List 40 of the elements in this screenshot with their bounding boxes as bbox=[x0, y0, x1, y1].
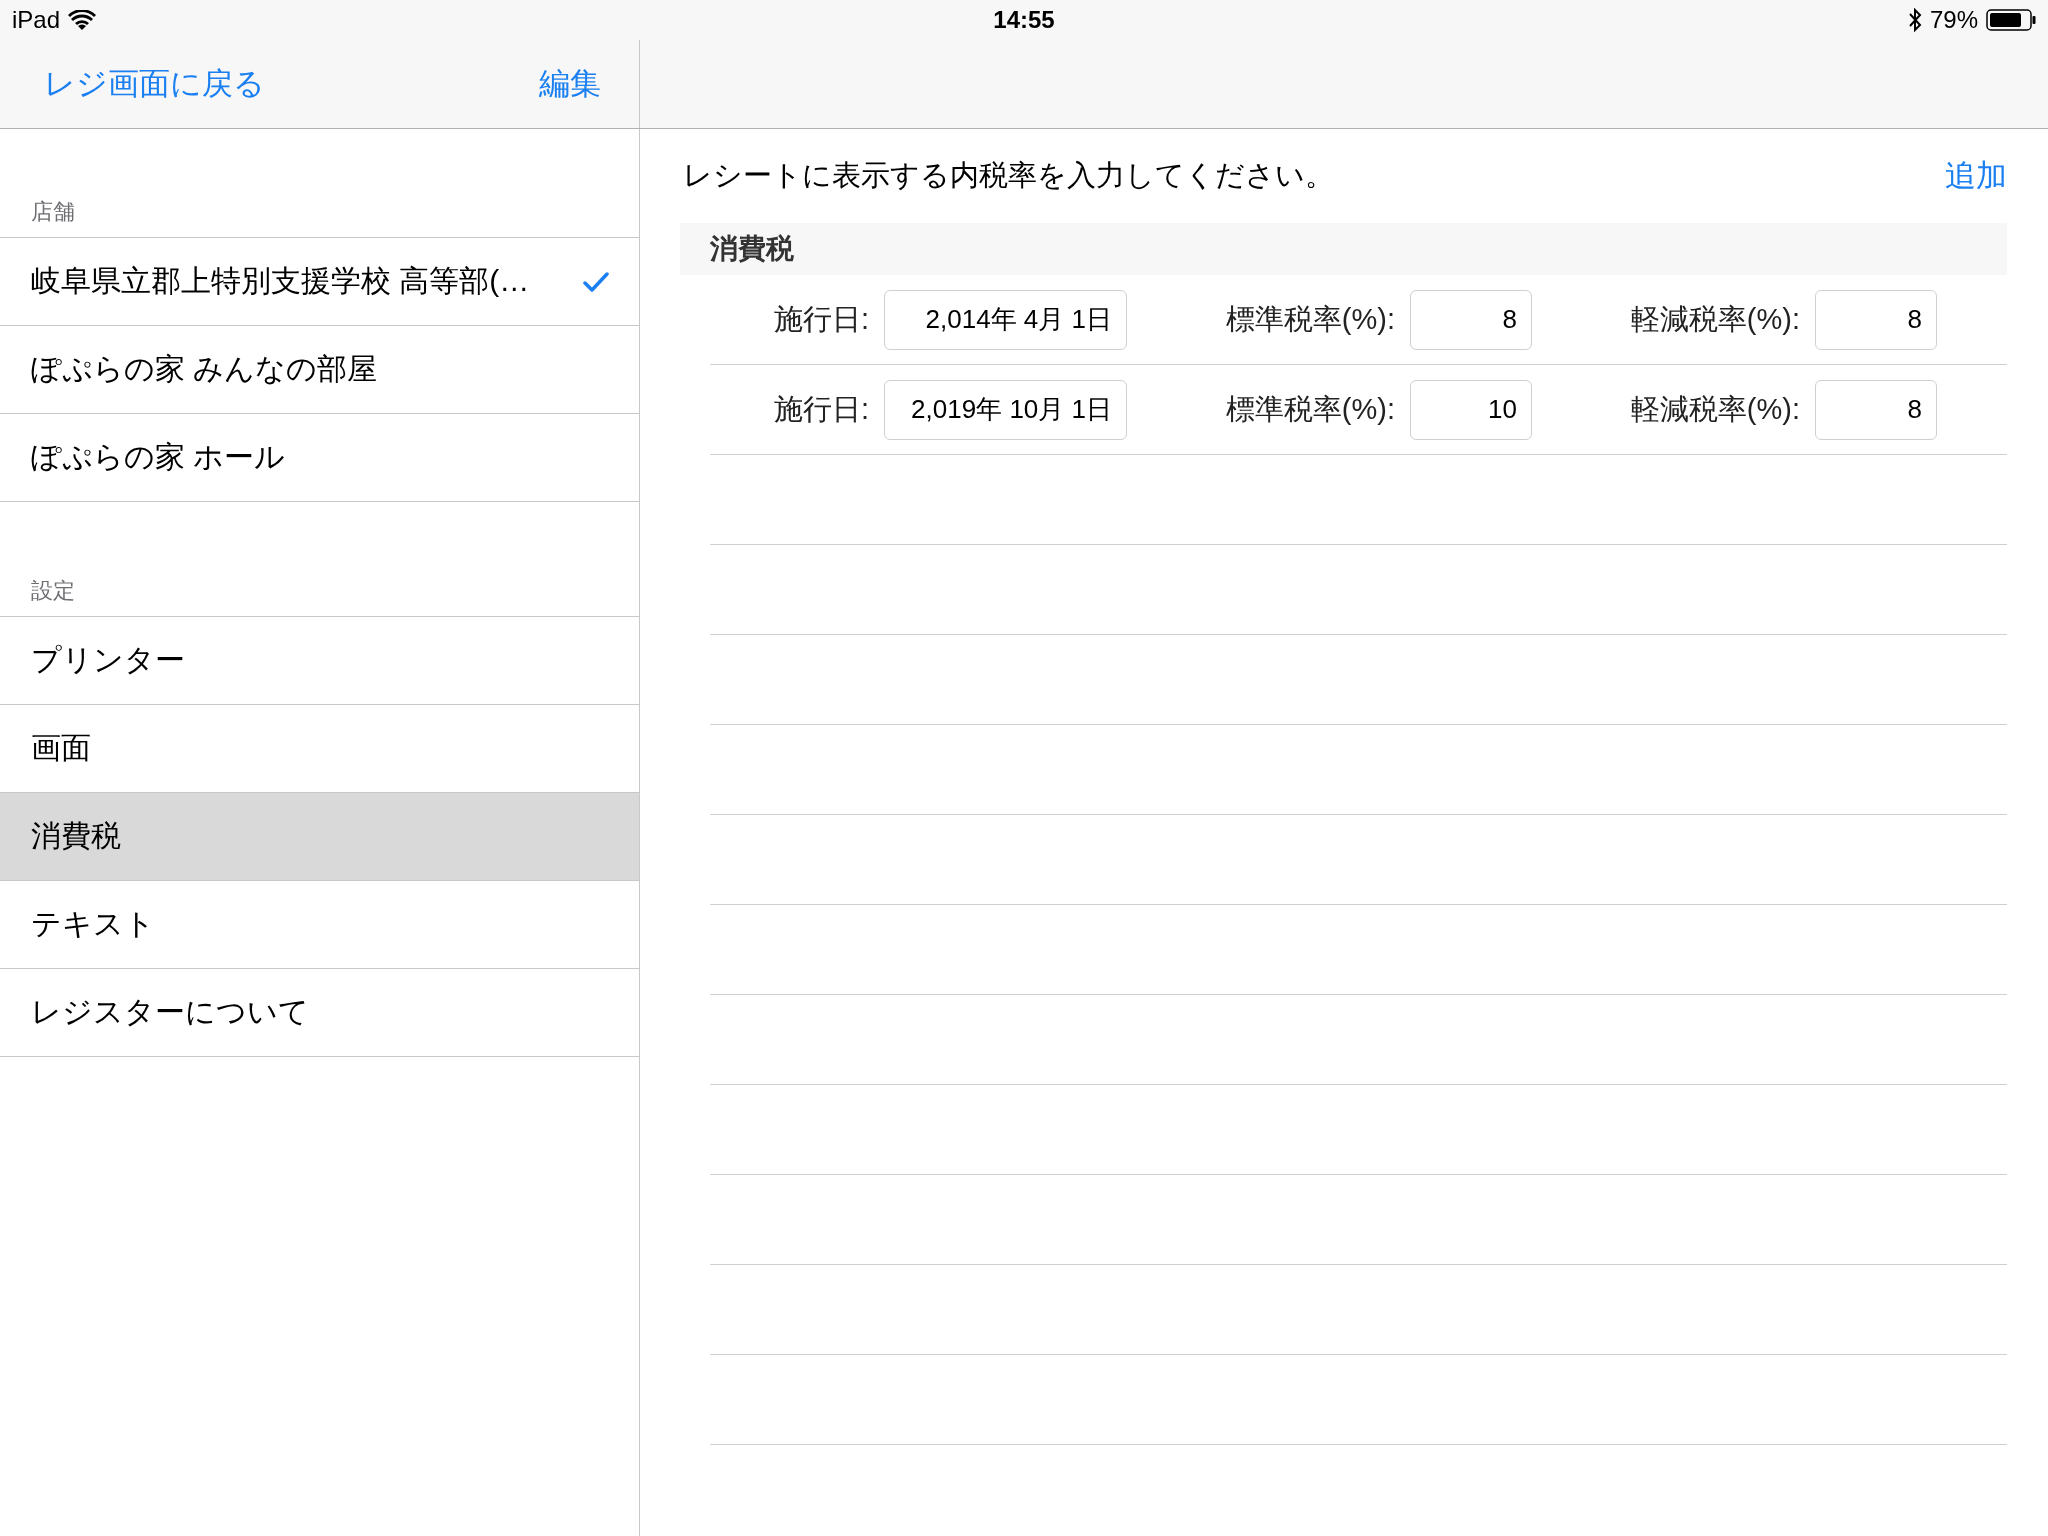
item-label: ぽぷらの家 ホール bbox=[31, 439, 286, 475]
sidebar-item[interactable]: テキスト bbox=[0, 881, 639, 969]
section-header: 設定 bbox=[31, 578, 75, 603]
instruction-text: レシートに表示する内税率を入力してください。 bbox=[682, 158, 1334, 193]
battery-icon bbox=[1986, 9, 2036, 31]
back-button[interactable]: レジ画面に戻る bbox=[44, 63, 265, 105]
add-button[interactable]: 追加 bbox=[1945, 155, 2007, 197]
clock-time: 14:55 bbox=[993, 6, 1055, 33]
sidebar-item[interactable]: ぽぷらの家 みんなの部屋 bbox=[0, 326, 639, 414]
bluetooth-icon bbox=[1907, 8, 1922, 32]
date-label: 施行日: bbox=[772, 391, 869, 427]
sidebar-item[interactable]: レジスターについて bbox=[0, 969, 639, 1057]
item-label: 画面 bbox=[31, 730, 91, 766]
item-label: テキスト bbox=[31, 906, 155, 942]
reduced-rate-label: 軽減税率(%): bbox=[1629, 301, 1800, 337]
item-label: ぽぷらの家 みんなの部屋 bbox=[31, 351, 378, 387]
item-label: レジスターについて bbox=[31, 994, 309, 1030]
sidebar-item[interactable]: ぽぷらの家 ホール bbox=[0, 414, 639, 502]
sidebar-item[interactable]: 岐阜県立郡上特別支援学校 高等部(… bbox=[0, 238, 639, 326]
section-header: 店舗 bbox=[31, 199, 75, 224]
standard-rate-label: 標準税率(%): bbox=[1224, 301, 1395, 337]
reduced-rate-label: 軽減税率(%): bbox=[1629, 391, 1800, 427]
battery-percent: 79% bbox=[1929, 6, 1978, 34]
date-field[interactable]: 2,019年 10月 1日 bbox=[884, 379, 1127, 440]
standard-rate-label: 標準税率(%): bbox=[1224, 391, 1395, 427]
item-label: 岐阜県立郡上特別支援学校 高等部(… bbox=[31, 263, 530, 299]
standard-rate-field[interactable]: 10 bbox=[1410, 379, 1532, 440]
standard-rate-field[interactable]: 8 bbox=[1410, 289, 1532, 350]
item-label: プリンター bbox=[31, 642, 185, 678]
edit-button[interactable]: 編集 bbox=[539, 63, 601, 105]
reduced-rate-field[interactable]: 8 bbox=[1815, 289, 1937, 350]
wifi-icon bbox=[68, 10, 97, 30]
sidebar-item[interactable]: 消費税 bbox=[0, 793, 639, 881]
date-field[interactable]: 2,014年 4月 1日 bbox=[884, 289, 1127, 350]
date-label: 施行日: bbox=[772, 301, 869, 337]
section-header: 消費税 bbox=[680, 223, 2007, 275]
item-label: 消費税 bbox=[31, 818, 121, 854]
sidebar-item[interactable]: プリンター bbox=[0, 617, 639, 705]
device-name: iPad bbox=[12, 6, 61, 34]
reduced-rate-field[interactable]: 8 bbox=[1815, 379, 1937, 440]
